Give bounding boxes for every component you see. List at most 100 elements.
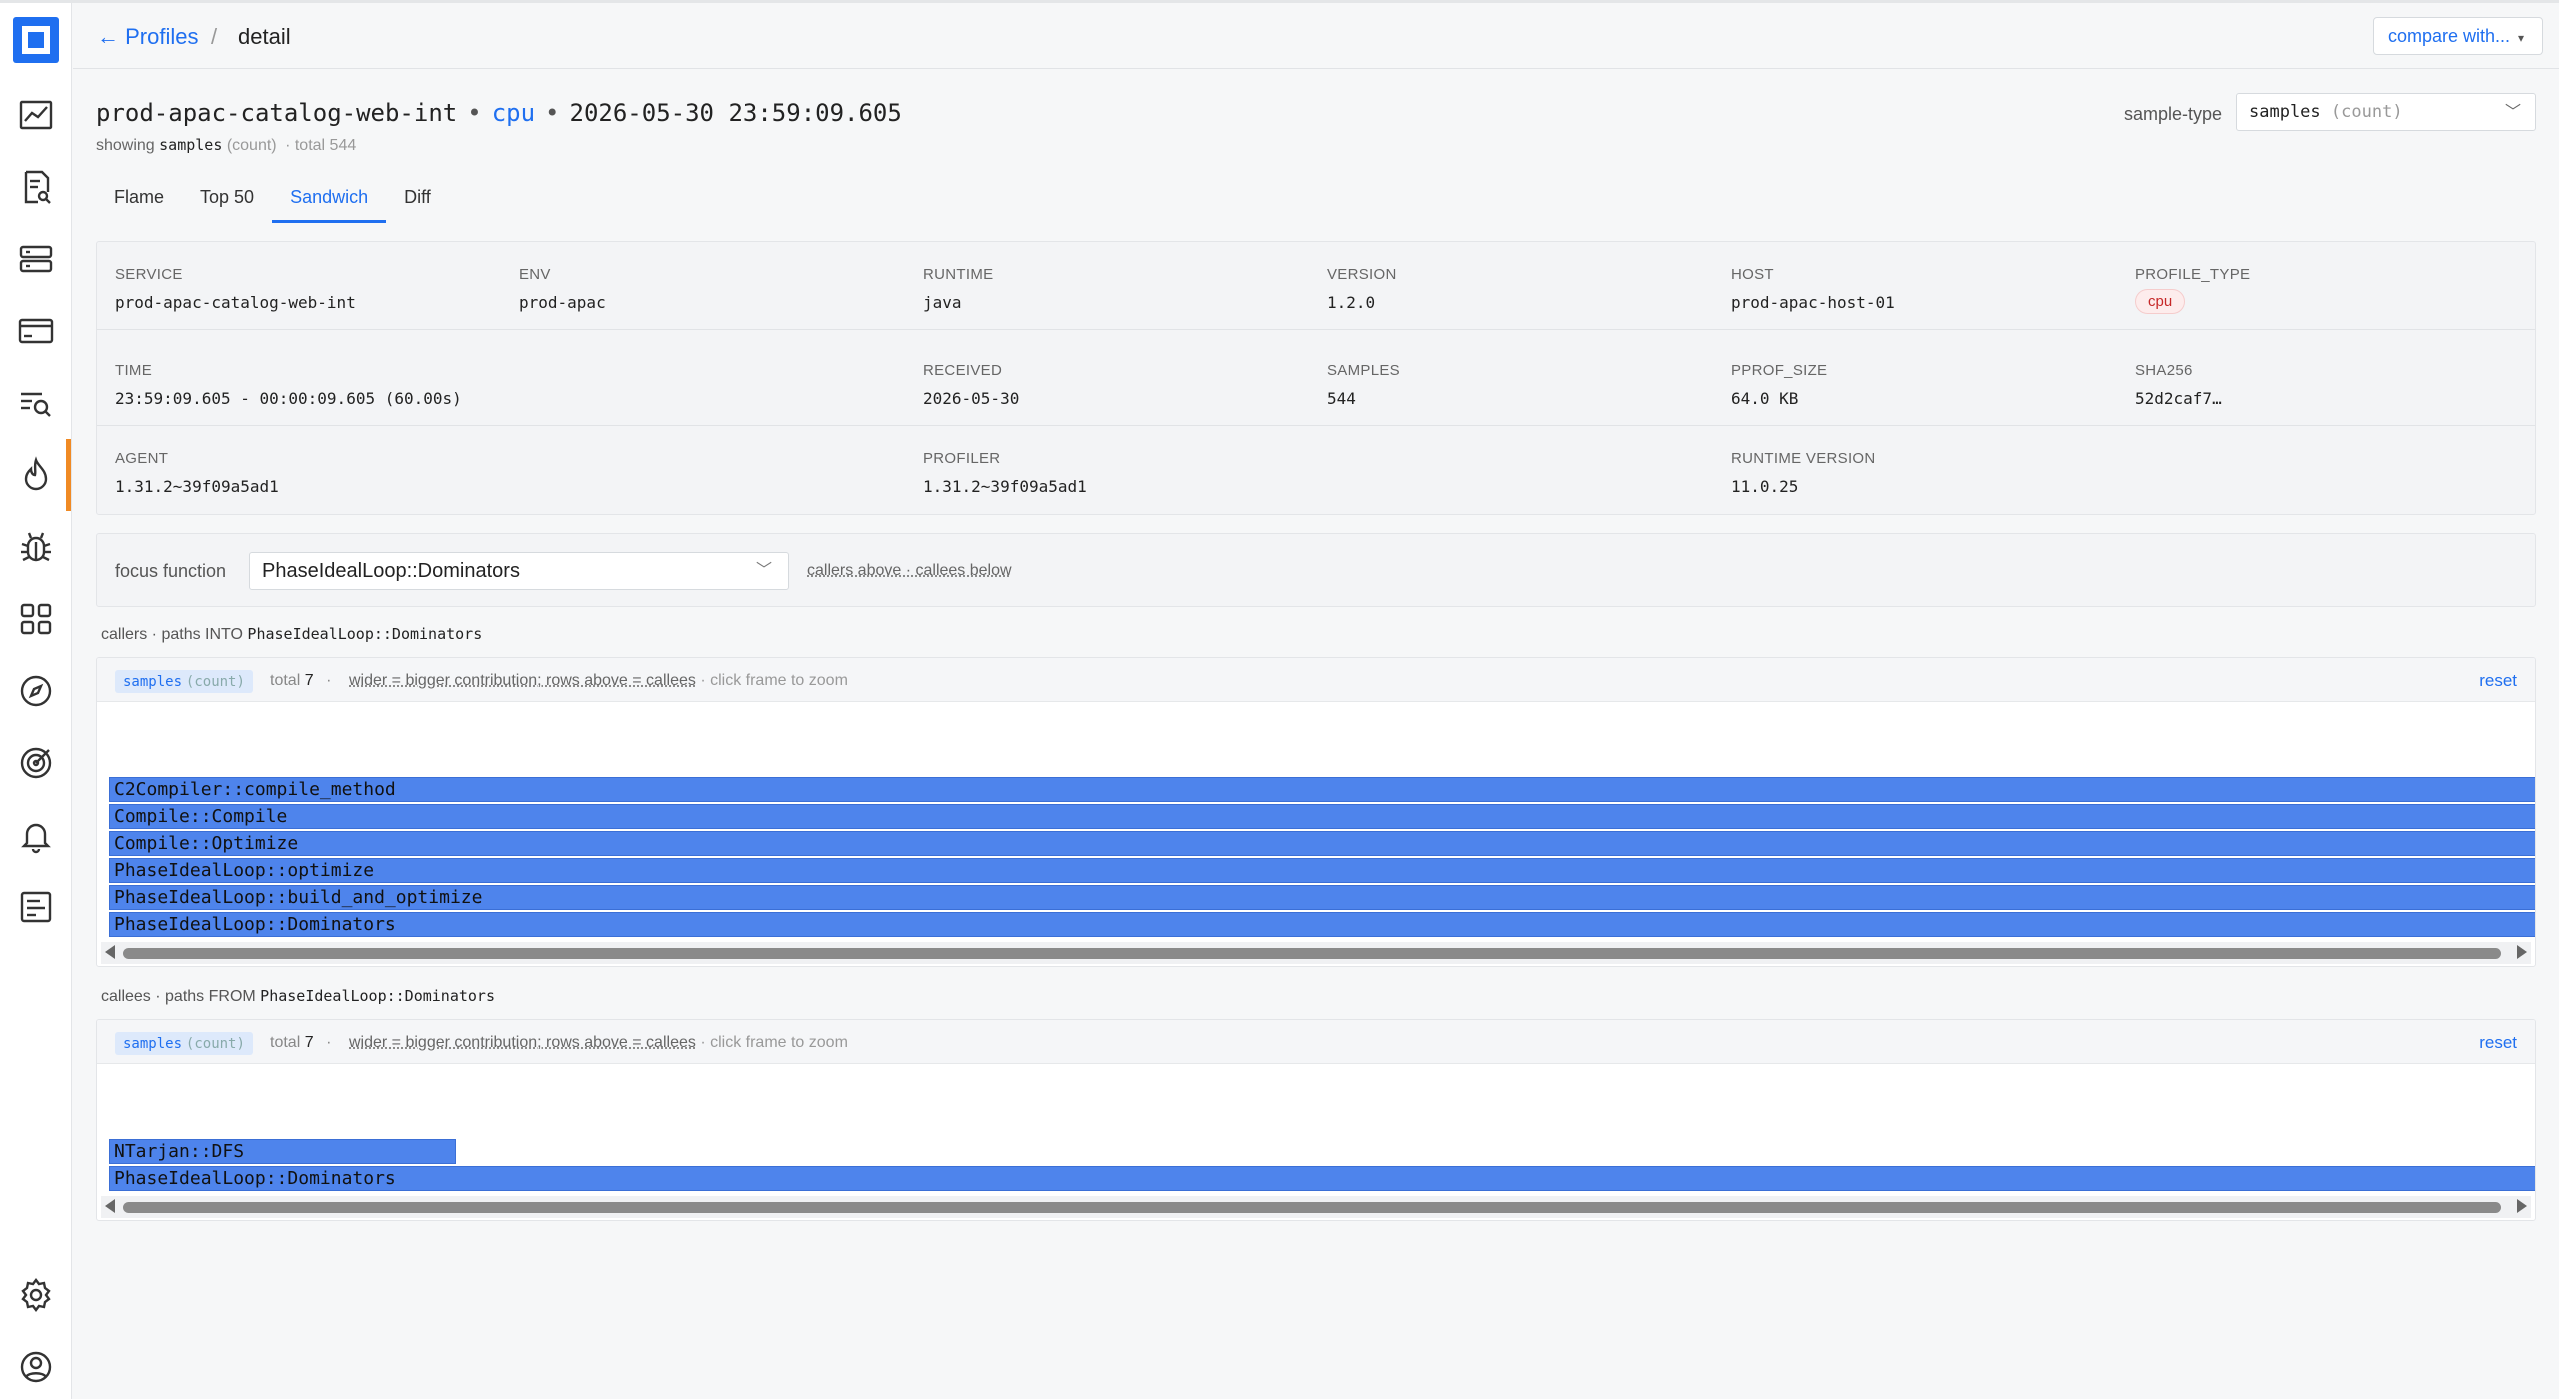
callers-title-function: PhaseIdealLoop::Dominators: [247, 625, 483, 643]
flame-frame[interactable]: PhaseIdealLoop::Dominators: [109, 1166, 2535, 1191]
hint-text: wider = bigger contribution; rows above …: [349, 1034, 696, 1051]
flame-frame[interactable]: C2Compiler::compile_method: [109, 777, 2535, 802]
meta-service: SERVICE prod-apac-catalog-web-int: [115, 266, 356, 312]
sidebar-item-explore[interactable]: [16, 383, 56, 423]
target-icon: [20, 747, 52, 779]
meta-sha256: SHA256 52d2caf7…: [2135, 362, 2222, 408]
meta-profiler: PROFILER 1.31.2~39f09a5ad1: [923, 450, 1087, 496]
focus-function-select[interactable]: PhaseIdealLoop::Dominators ﹀: [249, 552, 789, 590]
flame-frame[interactable]: NTarjan::DFS: [109, 1139, 456, 1164]
title-timestamp: 2026-05-30 23:59:09.605: [569, 99, 902, 127]
breadcrumb-separator: /: [211, 24, 218, 49]
tab-flame[interactable]: Flame: [96, 179, 182, 223]
meta-value: 2026-05-30: [923, 389, 1020, 408]
hint-text: wider = bigger contribution; rows above …: [349, 672, 696, 689]
meta-value: cpu: [2135, 289, 2250, 314]
sidebar-item-infrastructure[interactable]: [16, 239, 56, 279]
meta-value: 64.0 KB: [1731, 389, 1799, 408]
report-icon: [20, 891, 52, 923]
callees-flamegraph-header: samples (count) total 7 · wider = bigger…: [97, 1020, 2535, 1064]
meta-key: SERVICE: [115, 266, 183, 283]
scrollbar-thumb[interactable]: [123, 1202, 2501, 1213]
callees-title: callees · paths FROM PhaseIdealLoop::Dom…: [101, 987, 495, 1006]
scrollbar-thumb[interactable]: [123, 948, 2501, 959]
meta-key: ENV: [519, 266, 551, 283]
meta-value: 11.0.25: [1731, 477, 1799, 496]
compass-icon: [20, 675, 52, 707]
sidebar-item-dashboards[interactable]: [16, 599, 56, 639]
sidebar-item-profiles[interactable]: [16, 455, 56, 495]
flame-frame[interactable]: PhaseIdealLoop::build_and_optimize: [109, 885, 2535, 910]
flame-frame[interactable]: Compile::Optimize: [109, 831, 2535, 856]
scroll-right-icon[interactable]: [2517, 945, 2527, 959]
tab-sandwich[interactable]: Sandwich: [272, 179, 387, 223]
showing-unit: (count): [226, 137, 277, 154]
callers-reset-button[interactable]: reset: [2479, 671, 2517, 691]
sidebar-item-slo[interactable]: [16, 743, 56, 783]
meta-runtime-version: RUNTIME VERSION 11.0.25: [1731, 450, 1876, 496]
view-tabs: Flame Top 50 Sandwich Diff: [96, 179, 449, 223]
sidebar-item-logs[interactable]: [16, 167, 56, 207]
chevron-down-icon: ﹀: [755, 562, 772, 579]
chip-unit: (count): [185, 674, 245, 690]
callers-total: total 7 ·: [270, 672, 331, 690]
breadcrumb-current: detail: [238, 24, 291, 49]
grid-icon: [20, 603, 52, 635]
callees-reset-button[interactable]: reset: [2479, 1033, 2517, 1053]
title-service: prod-apac-catalog-web-int: [96, 99, 458, 127]
sidebar-item-metrics[interactable]: [16, 95, 56, 135]
tab-top-50[interactable]: Top 50: [182, 179, 272, 223]
sidebar: [0, 3, 72, 1399]
metadata-row: AGENT 1.31.2~39f09a5ad1 PROFILER 1.31.2~39…: [97, 426, 2535, 514]
meta-received: RECEIVED 2026-05-30: [923, 362, 1019, 408]
window-icon: [18, 318, 54, 344]
breadcrumb-back-link[interactable]: ← Profiles: [97, 24, 198, 50]
total-value: 7: [304, 1034, 314, 1051]
list-search-icon: [21, 392, 51, 417]
meta-key: TIME: [115, 362, 153, 379]
cpu-badge: cpu: [2135, 289, 2186, 314]
meta-key: PROFILE_TYPE: [2135, 266, 2251, 283]
flame-icon: [24, 456, 48, 491]
meta-key: HOST: [1731, 266, 1774, 283]
sidebar-item-discover[interactable]: [16, 671, 56, 711]
sidebar-item-settings[interactable]: [16, 1275, 56, 1315]
sidebar-item-apps[interactable]: [16, 311, 56, 351]
sidebar-item-errors[interactable]: [16, 527, 56, 567]
sample-type-select[interactable]: samples (count) ﹀: [2236, 93, 2536, 131]
focus-function-label: focus function: [115, 561, 227, 581]
meta-value: java: [923, 293, 962, 312]
sidebar-item-alerts[interactable]: [16, 815, 56, 855]
scroll-right-icon[interactable]: [2517, 1199, 2527, 1213]
flame-frame[interactable]: Compile::Compile: [109, 804, 2535, 829]
sample-type-unit: (count): [2330, 102, 2403, 122]
meta-value: prod-apac-catalog-web-int: [115, 293, 356, 312]
sidebar-item-reports[interactable]: [16, 887, 56, 927]
hint-click: · click frame to zoom: [700, 672, 848, 689]
app-logo[interactable]: [13, 17, 59, 63]
sample-type-chip: samples (count): [115, 670, 253, 693]
bug-icon: [21, 532, 51, 562]
gear-icon: [21, 1278, 51, 1312]
callees-horizontal-scrollbar[interactable]: [101, 1196, 2531, 1218]
callees-title-function: PhaseIdealLoop::Dominators: [260, 987, 495, 1005]
meta-value: 52d2caf7…: [2135, 389, 2222, 408]
compare-with-button[interactable]: compare with... ▾: [2373, 17, 2543, 55]
meta-key: SAMPLES: [1327, 362, 1400, 379]
scroll-left-icon[interactable]: [105, 1199, 115, 1213]
callers-horizontal-scrollbar[interactable]: [101, 942, 2531, 964]
bell-icon: [21, 823, 51, 854]
flame-frame[interactable]: PhaseIdealLoop::optimize: [109, 858, 2535, 883]
focus-function-bar: focus function PhaseIdealLoop::Dominator…: [96, 533, 2536, 607]
meta-agent: AGENT 1.31.2~39f09a5ad1: [115, 450, 279, 496]
tab-diff[interactable]: Diff: [386, 179, 449, 223]
meta-time: TIME 23:59:09.605 - 00:00:09.605 (60.00s): [115, 362, 462, 408]
sample-type-label: sample-type: [2124, 104, 2223, 124]
top-bar: ← Profiles / detail compare with... ▾: [73, 3, 2559, 69]
flame-frame[interactable]: PhaseIdealLoop::Dominators: [109, 912, 2535, 937]
showing-total: · total 544: [285, 137, 357, 154]
sidebar-item-account[interactable]: [16, 1347, 56, 1387]
scroll-left-icon[interactable]: [105, 945, 115, 959]
meta-pprof-size: PPROF_SIZE 64.0 KB: [1731, 362, 1827, 408]
callees-hint: wider = bigger contribution; rows above …: [349, 1034, 848, 1052]
